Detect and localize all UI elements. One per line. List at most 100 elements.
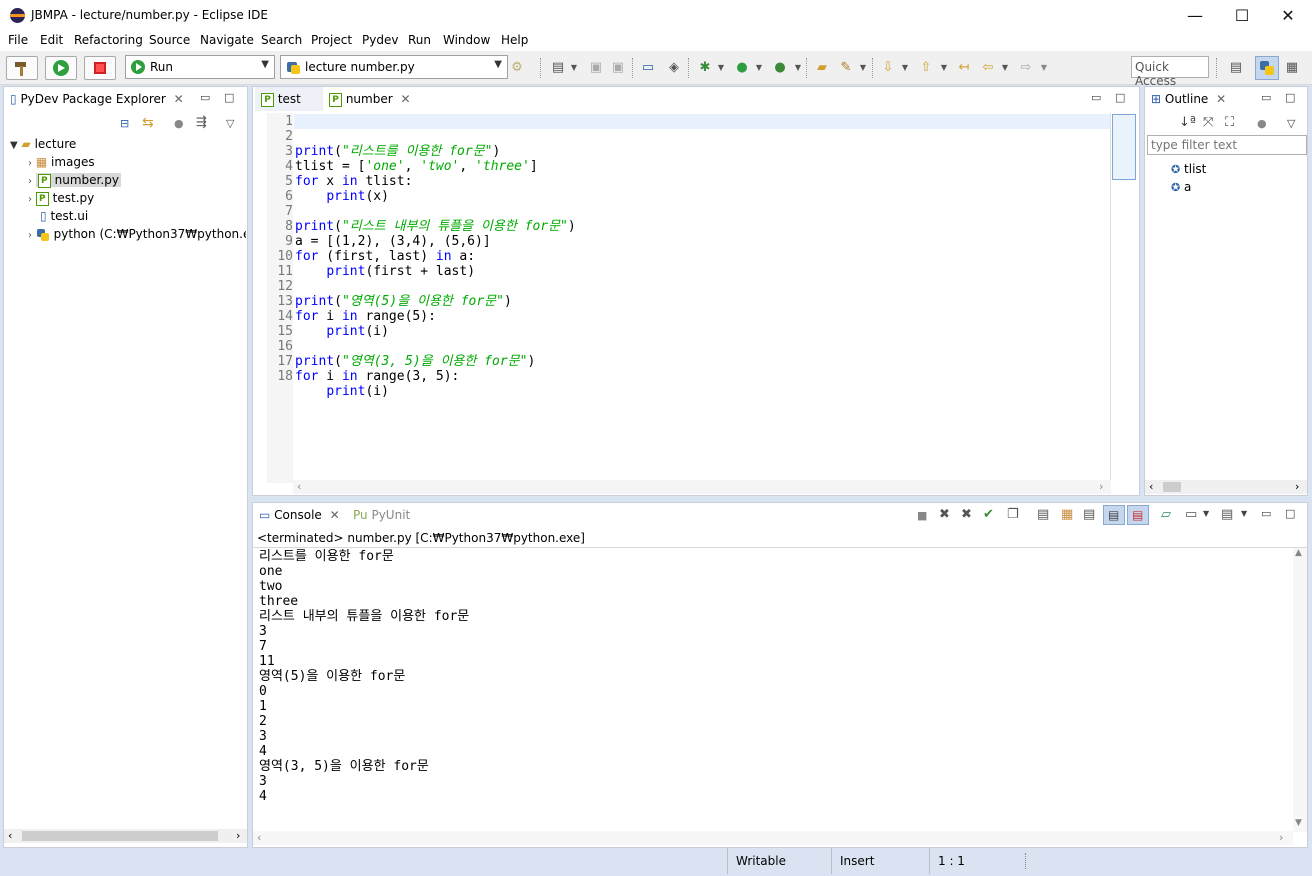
chevron-down-icon[interactable]: ▼ (1036, 60, 1052, 76)
scroll-left-icon[interactable]: ‹ (257, 831, 261, 844)
launch-config-gear-icon[interactable]: ⚙ (509, 60, 525, 76)
chevron-down-icon[interactable]: ▼ (566, 60, 582, 76)
stop-button[interactable] (84, 56, 116, 80)
menu-window[interactable]: Window (443, 33, 490, 47)
horizontal-scrollbar[interactable]: ‹ › (1145, 480, 1307, 494)
menu-help[interactable]: Help (501, 33, 528, 47)
scroll-lock-icon[interactable]: ▦ (1061, 507, 1073, 522)
scroll-left-icon[interactable]: ‹ (1149, 480, 1153, 493)
word-wrap-icon[interactable]: ▤ (1083, 507, 1095, 522)
menu-navigate[interactable]: Navigate (200, 33, 254, 47)
focus-icon[interactable]: ⇶ (196, 115, 207, 130)
pydev-perspective-button[interactable] (1255, 56, 1279, 80)
filter-icon[interactable]: ● (1257, 117, 1267, 130)
minimize-button[interactable]: — (1172, 0, 1218, 31)
tree-item-project[interactable]: ▼ ▰ lecture (10, 135, 76, 153)
pin-icon[interactable]: ✎ (838, 60, 854, 76)
minimize-view-icon[interactable]: ▭ (200, 91, 210, 104)
overview-thumb[interactable] (1112, 114, 1136, 180)
scroll-thumb[interactable] (1163, 482, 1181, 492)
console-output[interactable]: 리스트를 이용한 for문 one two three 리스트 내부의 튜플을 … (253, 547, 1307, 847)
menu-project[interactable]: Project (311, 33, 352, 47)
maximize-view-icon[interactable]: □ (224, 91, 234, 104)
scroll-left-icon[interactable]: ‹ (8, 829, 12, 842)
chevron-down-icon[interactable]: ▼ (790, 60, 806, 76)
tree-item-number-py[interactable]: › P number.py (28, 171, 121, 189)
build-button[interactable] (6, 56, 38, 80)
chevron-down-icon[interactable]: ▼ (713, 60, 729, 76)
relaunch-icon[interactable]: ✔ (983, 507, 994, 522)
prev-annotation-icon[interactable]: ⇧ (918, 60, 934, 76)
horizontal-scrollbar[interactable]: ‹ › (4, 829, 247, 843)
menu-edit[interactable]: Edit (40, 33, 63, 47)
collapse-all-icon[interactable]: ⊟ (120, 117, 129, 130)
scroll-right-icon[interactable]: › (1099, 480, 1103, 493)
tree-item-test-ui[interactable]: ▯ test.ui (40, 207, 88, 225)
debug-icon[interactable]: ✱ (697, 60, 713, 76)
chevron-down-icon[interactable]: ▼ (855, 60, 871, 76)
open-console-icon[interactable]: ▤ (1221, 507, 1233, 522)
horizontal-scrollbar[interactable]: ‹ › (293, 480, 1111, 494)
scroll-right-icon[interactable]: › (236, 829, 240, 842)
close-button[interactable]: ✕ (1265, 0, 1311, 31)
run-button[interactable] (45, 56, 77, 80)
tab-pyunit[interactable]: Pu PyUnit (349, 503, 419, 527)
launch-target-select[interactable]: lecture number.py ▼ (280, 55, 508, 79)
menu-pydev[interactable]: Pydev (362, 33, 398, 47)
horizontal-scrollbar[interactable]: ‹ › (253, 831, 1293, 845)
tree-item-test-py[interactable]: › P test.py (28, 189, 94, 207)
open-folder-icon[interactable]: ▰ (814, 60, 830, 76)
tab-outline[interactable]: ⊞ Outline ✕ (1145, 87, 1235, 111)
back-arrow-icon[interactable]: ⇦ (980, 60, 996, 76)
outline-filter-input[interactable] (1147, 135, 1307, 155)
outline-item-a[interactable]: ✪ a (1171, 178, 1191, 196)
scroll-up-icon[interactable]: ▲ (1295, 548, 1302, 558)
launch-mode-select[interactable]: Run ▼ (125, 55, 275, 79)
maximize-view-icon[interactable]: □ (1285, 91, 1295, 104)
maximize-view-icon[interactable]: □ (1115, 91, 1125, 104)
overview-ruler[interactable] (1110, 113, 1136, 483)
clear-console-icon[interactable]: ▤ (1037, 507, 1049, 522)
view-menu-icon[interactable]: ▽ (226, 117, 234, 130)
link-editor-icon[interactable]: ⇆ (142, 115, 154, 131)
expand-icon[interactable]: ⛶ (1225, 115, 1234, 130)
open-perspective-icon[interactable]: ▤ (1228, 60, 1244, 76)
scroll-thumb[interactable] (22, 831, 218, 841)
save-all-icon[interactable]: ▣ (610, 60, 626, 76)
sort-icon[interactable]: ↓ª (1179, 115, 1196, 130)
remove-all-launches-icon[interactable]: ✖ (961, 507, 972, 522)
menu-file[interactable]: File (8, 33, 28, 47)
copy-icon[interactable]: ❐ (1007, 507, 1019, 522)
maximize-view-icon[interactable]: □ (1285, 507, 1295, 520)
display-console-icon[interactable]: ▭ (1185, 507, 1197, 522)
close-icon[interactable]: ✕ (1216, 92, 1226, 106)
terminate-icon[interactable]: ■ (917, 509, 927, 522)
pin-console-icon[interactable]: ▱ (1161, 507, 1171, 522)
tree-item-interpreter[interactable]: › python (C:₩Python37₩python.ex (28, 225, 246, 243)
quick-access-field[interactable]: Quick Access (1131, 56, 1209, 88)
tab-test[interactable]: P test (255, 87, 323, 111)
filter-icon[interactable]: ● (174, 117, 184, 130)
close-icon[interactable]: ✕ (401, 92, 411, 106)
run-icon[interactable]: ● (734, 60, 750, 76)
menu-refactoring[interactable]: Refactoring (74, 33, 143, 47)
minimize-view-icon[interactable]: ▭ (1261, 507, 1271, 520)
code-text[interactable]: print("리스트를 이용한 for문") tlist = ['one', '… (295, 114, 576, 399)
tab-console[interactable]: ▭ Console ✕ (253, 503, 345, 527)
view-menu-icon[interactable]: ▽ (1287, 117, 1295, 130)
console-icon[interactable]: ▭ (640, 60, 656, 76)
next-annotation-icon[interactable]: ⇩ (880, 60, 896, 76)
vertical-scrollbar[interactable]: ▲ ▼ (1293, 548, 1307, 832)
show-stderr-button[interactable]: ▤ (1127, 505, 1149, 525)
tab-package-explorer[interactable]: ▯ PyDev Package Explorer ✕ (4, 87, 190, 111)
debug-perspective-icon[interactable]: ▦ (1284, 60, 1300, 76)
new-icon[interactable]: ▤ (550, 60, 566, 76)
scroll-down-icon[interactable]: ▼ (1295, 818, 1302, 828)
outline-item-tlist[interactable]: ✪ tlist (1171, 160, 1206, 178)
open-type-icon[interactable]: ◈ (666, 60, 682, 76)
minimize-view-icon[interactable]: ▭ (1091, 91, 1101, 104)
chevron-down-icon[interactable]: ▼ (897, 60, 913, 76)
menu-search[interactable]: Search (261, 33, 302, 47)
remove-launch-icon[interactable]: ✖ (939, 507, 950, 522)
tree-item-images[interactable]: › ▦ images (28, 153, 95, 171)
